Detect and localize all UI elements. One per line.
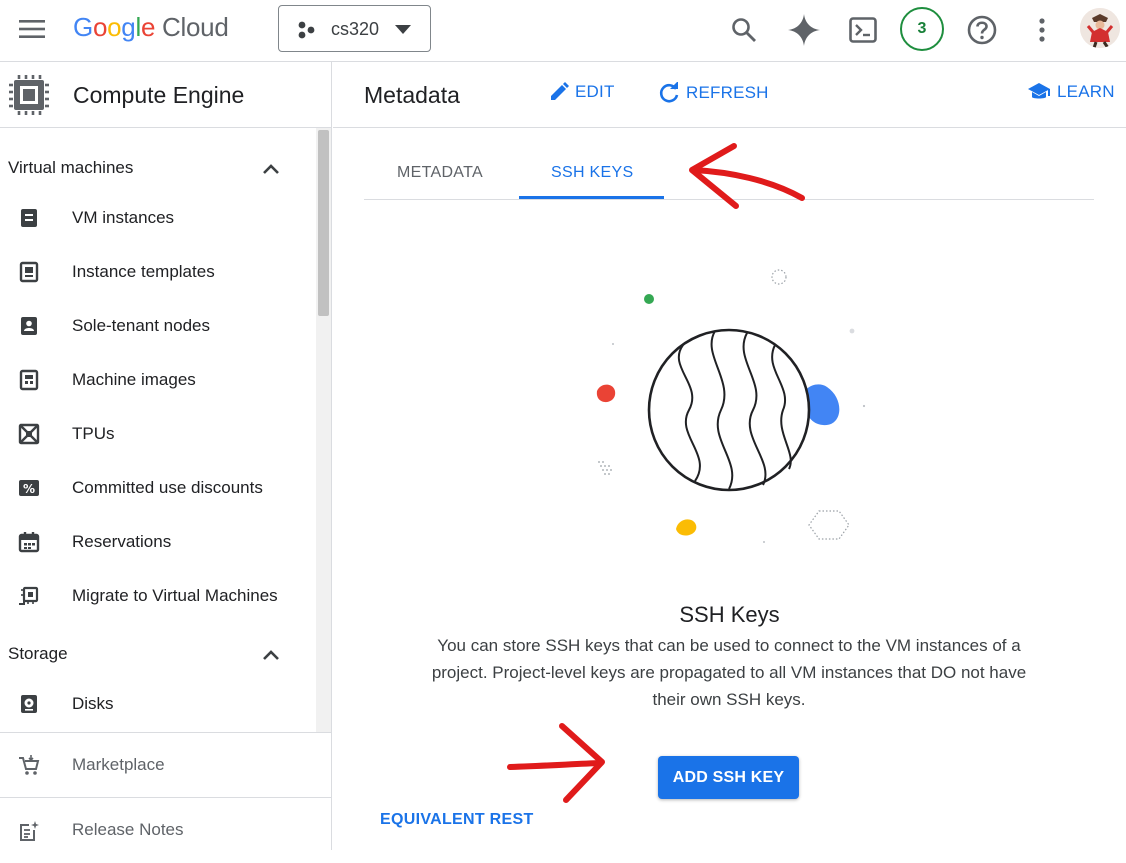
tpu-icon (18, 423, 40, 445)
chevron-up-icon[interactable] (262, 649, 280, 661)
refresh-label: REFRESH (686, 83, 769, 102)
refresh-button[interactable]: REFRESH (658, 82, 769, 104)
shopping-cart-icon (19, 755, 40, 775)
instance-templates-icon (19, 261, 39, 283)
sidebar-item-label: Instance templates (72, 262, 215, 281)
project-name: cs320 (331, 19, 380, 39)
product-title: Compute Engine (73, 82, 245, 108)
sidebar-item-disks[interactable]: Disks (0, 681, 316, 727)
logo-google: Google (73, 12, 156, 42)
sole-tenant-icon (21, 317, 37, 335)
vm-instances-icon (21, 209, 37, 227)
project-picker[interactable]: cs320 (278, 5, 431, 52)
help-icon[interactable] (962, 10, 1002, 50)
ssh-keys-illustration (596, 269, 866, 543)
page-title: Metadata (364, 82, 460, 108)
marketplace-label: Marketplace (72, 755, 165, 774)
notifications-badge[interactable]: 3 (900, 7, 944, 51)
active-tab-indicator (519, 196, 664, 199)
sidebar-item-label: Disks (72, 694, 114, 713)
annotation-arrow-tab (689, 143, 805, 209)
gemini-sparkle-icon[interactable] (784, 10, 824, 50)
tab-metadata[interactable]: METADATA (397, 164, 483, 182)
top-bar: Google Cloud cs320 3 (0, 0, 1126, 62)
sidebar-item-label: Migrate to Virtual Machines (72, 586, 278, 605)
empty-state-title: SSH Keys (679, 602, 780, 627)
sidebar-item-label: VM instances (72, 208, 175, 227)
sidebar-item-sole-tenant-nodes[interactable]: Sole-tenant nodes (0, 303, 316, 349)
release-notes-link[interactable]: Release Notes (0, 797, 331, 863)
empty-state-description: You can store SSH keys that can be used … (431, 636, 1027, 709)
tab-ssh-keys[interactable]: SSH KEYS (551, 164, 633, 182)
learn-label: LEARN (1057, 82, 1115, 101)
school-icon (1028, 83, 1050, 99)
sidebar-item-label: TPUs (72, 424, 115, 443)
more-options-icon[interactable] (1030, 12, 1054, 48)
learn-button[interactable]: LEARN (1027, 82, 1115, 102)
cloud-shell-icon[interactable] (844, 12, 882, 48)
add-ssh-key-button[interactable]: ADD SSH KEY (658, 756, 799, 799)
menu-icon[interactable] (16, 15, 48, 43)
sidebar-item-instance-templates[interactable]: Instance templates (0, 249, 316, 295)
sidebar-item-migrate-to-virtual-machines[interactable]: Migrate to Virtual Machines (0, 573, 316, 619)
calendar-icon (18, 532, 40, 553)
sidebar-item-label: Sole-tenant nodes (72, 316, 210, 335)
pencil-icon (551, 82, 569, 100)
google-cloud-logo[interactable]: Google Cloud (73, 12, 229, 43)
refresh-icon (659, 82, 679, 103)
chevron-up-icon[interactable] (262, 163, 280, 175)
sidebar-item-reservations[interactable]: Reservations (0, 519, 316, 565)
edit-button[interactable]: EDIT (549, 82, 615, 102)
sidebar-item-machine-images[interactable]: Machine images (0, 357, 316, 403)
compute-engine-icon (9, 75, 49, 115)
sidebar-item-tpus[interactable]: TPUs (0, 411, 316, 457)
sidebar-item-vm-instances[interactable]: VM instances (0, 195, 316, 241)
annotation-arrow-button (507, 723, 605, 803)
page-header: Metadata EDIT REFRESH LEARN (333, 62, 1126, 128)
sidebar-scrollbar-thumb[interactable] (318, 130, 329, 316)
search-icon[interactable] (726, 12, 762, 48)
sidebar-header: Compute Engine (0, 62, 331, 128)
marketplace-link[interactable]: Marketplace (0, 732, 331, 798)
migrate-icon (19, 586, 39, 605)
edit-label: EDIT (575, 82, 615, 101)
avatar[interactable] (1080, 8, 1120, 48)
disk-icon (21, 695, 37, 713)
machine-images-icon (19, 369, 39, 391)
logo-cloud: Cloud (162, 12, 229, 42)
svg-text:%: % (23, 482, 35, 496)
equivalent-rest-link[interactable]: EQUIVALENT REST (380, 811, 534, 829)
section-storage[interactable]: Storage (8, 644, 68, 664)
section-virtual-machines[interactable]: Virtual machines (8, 158, 133, 178)
sidebar-item-committed-use-discounts[interactable]: % Committed use discounts (0, 465, 316, 511)
dropdown-arrow-icon (395, 25, 411, 34)
sidebar-item-label: Machine images (72, 370, 196, 389)
project-icon (298, 21, 315, 39)
sidebar: Compute Engine Virtual machines VM insta… (0, 62, 332, 850)
release-notes-icon (20, 821, 39, 841)
sidebar-item-label: Reservations (72, 532, 172, 551)
release-notes-label: Release Notes (72, 820, 184, 839)
sidebar-item-label: Committed use discounts (72, 478, 263, 497)
percent-icon: % (19, 480, 39, 496)
